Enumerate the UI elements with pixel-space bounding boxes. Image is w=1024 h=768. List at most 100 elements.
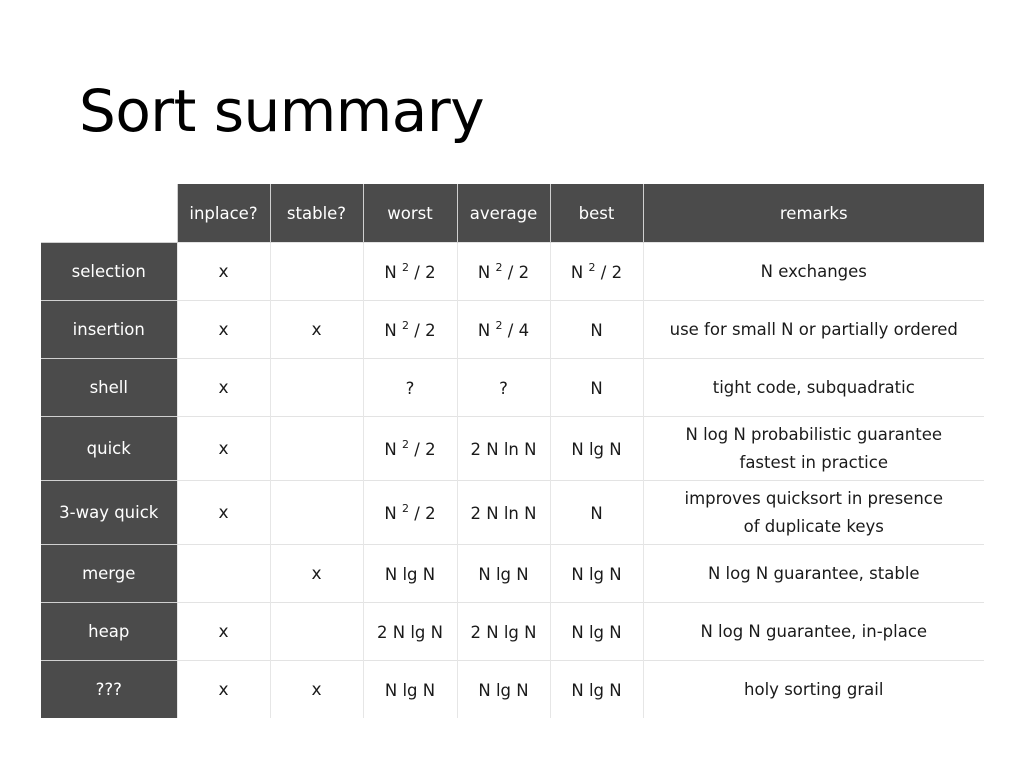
remarks-cell: N log N guarantee, stable — [642, 544, 984, 603]
col-header-best: best — [549, 184, 643, 243]
stable-cell: x — [269, 660, 363, 718]
best-base: N lg N — [571, 623, 622, 642]
row-header-algorithm: heap — [41, 602, 177, 661]
worst-cell: N 2 / 2 — [362, 416, 457, 481]
best-divisor: / 2 — [600, 263, 623, 282]
worst-exponent: 2 — [402, 319, 410, 332]
table-row: merge x N lg N N lg N N lg N N log N guara… — [41, 544, 984, 603]
average-exponent: 2 — [495, 261, 503, 274]
remark-line: N log N guarantee, stable — [707, 563, 920, 583]
best-cell: N — [549, 300, 643, 359]
average-cell: 2 N ln N — [456, 480, 550, 545]
worst-cell: N lg N — [362, 544, 457, 603]
col-header-average: average — [456, 184, 550, 243]
worst-base: N — [384, 321, 397, 340]
row-header-algorithm: selection — [41, 242, 177, 301]
inplace-cell — [176, 544, 270, 603]
stable-cell — [269, 358, 363, 417]
best-base: N — [590, 379, 603, 398]
best-cell: N lg N — [549, 544, 643, 603]
remark-line: N exchanges — [760, 261, 867, 281]
remark-line: holy sorting grail — [744, 679, 884, 699]
corner-cell — [41, 184, 177, 243]
sort-summary-table: inplace? stable? worst average best rema… — [41, 184, 984, 718]
average-cell: 2 N ln N — [456, 416, 550, 481]
col-header-worst: worst — [362, 184, 457, 243]
average-base: 2 N ln N — [470, 504, 537, 523]
worst-base: N lg N — [384, 565, 436, 584]
average-cell: N lg N — [456, 544, 550, 603]
remarks-cell: use for small N or partially ordered — [642, 300, 984, 359]
col-header-stable: stable? — [269, 184, 363, 243]
row-header-algorithm: merge — [41, 544, 177, 603]
col-header-inplace: inplace? — [176, 184, 270, 243]
table-row: insertion x x N 2 / 2N 2 / 4N use for small… — [41, 300, 984, 359]
row-header-algorithm: quick — [41, 416, 177, 481]
slide-title: Sort summary — [79, 77, 485, 145]
table-row: selection x N 2 / 2N 2 / 2N 2 / 2N exchang… — [41, 242, 984, 301]
remark-line: tight code, subquadratic — [712, 377, 915, 397]
remarks-cell: improves quicksort in presence of duplica… — [642, 480, 984, 545]
average-cell: N lg N — [456, 660, 550, 718]
worst-cell: N 2 / 2 — [362, 300, 457, 359]
average-base: ? — [499, 379, 508, 398]
stable-cell — [269, 416, 363, 481]
average-divisor: / 2 — [507, 263, 530, 282]
worst-base: N — [384, 440, 397, 459]
stable-cell: x — [269, 300, 363, 359]
remarks-cell: N log N probabilistic guarantee fastest i… — [642, 416, 984, 481]
best-base: N — [590, 321, 603, 340]
stable-cell — [269, 242, 363, 301]
best-cell: N — [549, 480, 643, 545]
average-divisor: / 4 — [507, 321, 530, 340]
best-base: N lg N — [571, 565, 622, 584]
worst-base: 2 N lg N — [377, 623, 443, 642]
col-header-remarks: remarks — [642, 184, 984, 243]
table-row: shell x? ? N tight code, subquadratic — [41, 358, 984, 417]
remark-line: fastest in practice — [739, 452, 888, 472]
table-row: quick x N 2 / 2 2 N ln N N lg N N log N pro… — [41, 416, 984, 481]
remark-line: N log N probabilistic guarantee — [685, 424, 942, 444]
inplace-cell: x — [176, 358, 270, 417]
stable-cell — [269, 602, 363, 661]
average-exponent: 2 — [495, 319, 503, 332]
best-cell: N — [549, 358, 643, 417]
inplace-cell: x — [176, 660, 270, 718]
best-cell: N 2 / 2 — [549, 242, 643, 301]
worst-exponent: 2 — [402, 261, 410, 274]
best-cell: N lg N — [549, 602, 643, 661]
worst-base: N — [384, 263, 397, 282]
remark-line: N log N guarantee, in-place — [700, 621, 928, 641]
row-header-algorithm: insertion — [41, 300, 177, 359]
worst-exponent: 2 — [402, 502, 410, 515]
worst-cell: 2 N lg N — [362, 602, 457, 661]
worst-base: N lg N — [384, 681, 436, 700]
worst-divisor: / 2 — [414, 321, 436, 340]
best-base: N lg N — [571, 440, 622, 459]
average-base: N — [477, 263, 491, 282]
inplace-cell: x — [176, 300, 270, 359]
inplace-cell: x — [176, 480, 270, 545]
average-base: 2 N lg N — [470, 623, 537, 642]
worst-exponent: 2 — [402, 438, 410, 451]
header-row: inplace? stable? worst average best rema… — [41, 184, 984, 243]
worst-cell: N lg N — [362, 660, 457, 718]
worst-divisor: / 2 — [414, 263, 436, 282]
table-row: 3-way quick x N 2 / 2 2 N ln N N improves q… — [41, 480, 984, 545]
remarks-cell: tight code, subquadratic — [642, 358, 984, 417]
average-cell: N 2 / 2 — [456, 242, 550, 301]
average-base: N lg N — [478, 681, 529, 700]
remark-line: of duplicate keys — [743, 516, 884, 536]
inplace-cell: x — [176, 416, 270, 481]
row-header-algorithm: shell — [41, 358, 177, 417]
worst-cell: N 2 / 2 — [362, 242, 457, 301]
worst-cell: ? — [362, 358, 457, 417]
average-cell: ? — [456, 358, 550, 417]
table-row: ??? x x N lg N N lg N N lg N holy sorting g… — [41, 660, 984, 718]
best-base: N — [570, 263, 584, 282]
best-cell: N lg N — [549, 416, 643, 481]
best-base: N lg N — [571, 681, 622, 700]
average-base: N — [477, 321, 491, 340]
remark-line: use for small N or partially ordered — [669, 319, 958, 339]
average-cell: 2 N lg N — [456, 602, 550, 661]
